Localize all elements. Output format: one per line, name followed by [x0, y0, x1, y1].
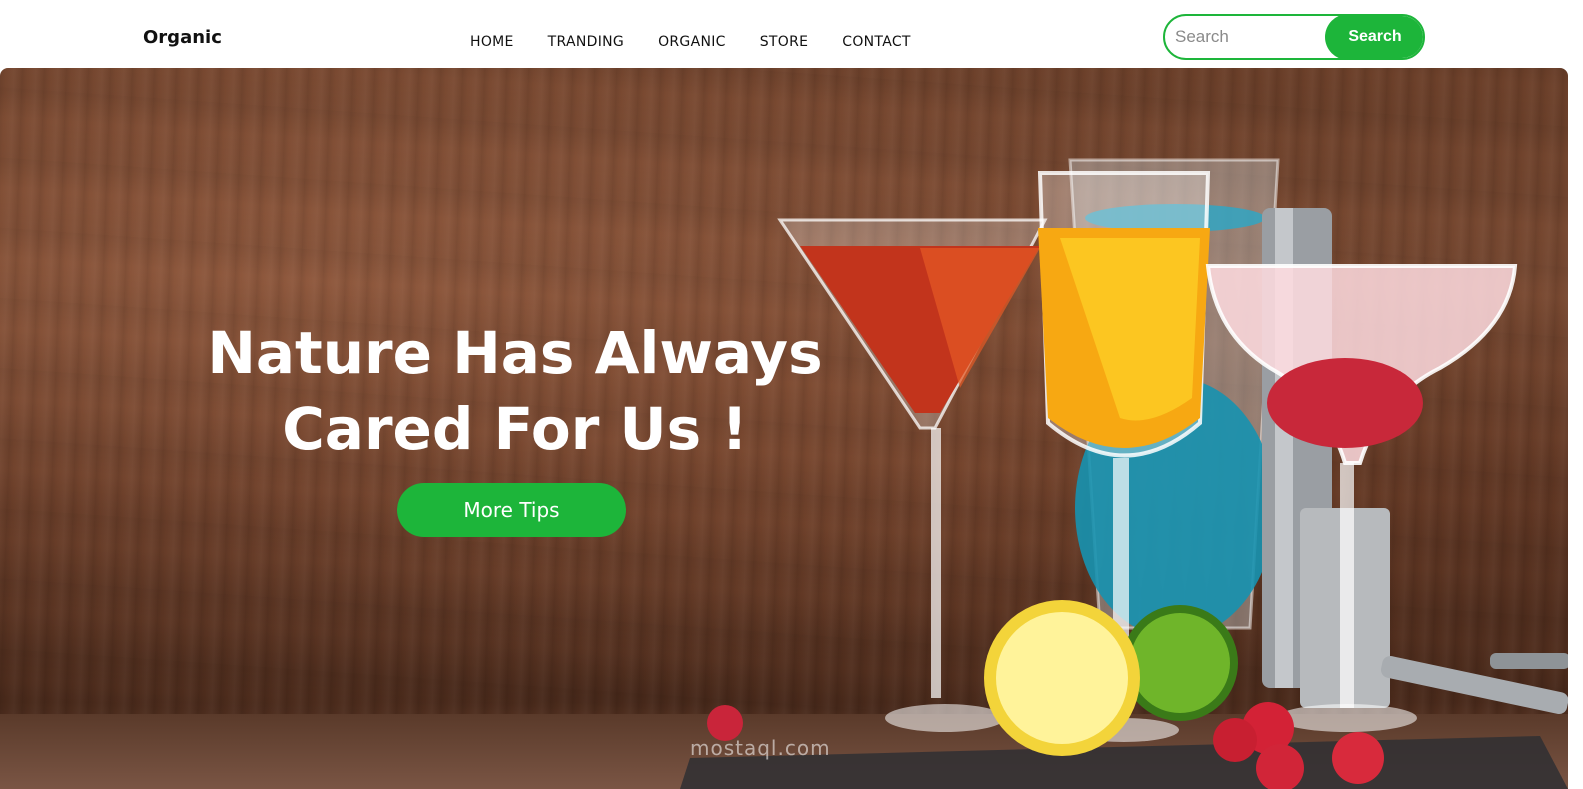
- nav-item-store: STORE: [760, 31, 843, 50]
- brand-logo[interactable]: Organic: [143, 27, 222, 48]
- hero-title-line2: Cared For Us !: [282, 395, 748, 463]
- nav-link-store[interactable]: STORE: [760, 34, 809, 50]
- nav-link-home[interactable]: HOME: [470, 34, 514, 50]
- search-input[interactable]: [1165, 16, 1345, 58]
- hero-banner: Nature Has Always Cared For Us ! More Ti…: [0, 68, 1568, 789]
- navbar: Organic HOME TRANDING ORGANIC STORE CONT…: [0, 0, 1583, 70]
- search-form: Search: [1163, 14, 1425, 60]
- watermark-text: mostaql.com: [690, 736, 831, 760]
- bar-tools: [1380, 653, 1568, 715]
- nav-link-contact[interactable]: CONTACT: [842, 34, 911, 50]
- search-button[interactable]: Search: [1325, 16, 1423, 58]
- main-nav: HOME TRANDING ORGANIC STORE CONTACT: [470, 31, 911, 50]
- nav-link-organic[interactable]: ORGANIC: [658, 34, 726, 50]
- hero-title-line1: Nature Has Always: [207, 319, 823, 387]
- more-tips-button[interactable]: More Tips: [397, 483, 626, 537]
- nav-item-contact: CONTACT: [842, 31, 911, 50]
- nav-item-home: HOME: [470, 31, 548, 50]
- nav-item-tranding: TRANDING: [548, 31, 658, 50]
- lemon-and-lime: [984, 600, 1238, 756]
- hero-title: Nature Has Always Cared For Us !: [205, 315, 825, 467]
- nav-link-tranding[interactable]: TRANDING: [548, 34, 624, 50]
- nav-item-organic: ORGANIC: [658, 31, 760, 50]
